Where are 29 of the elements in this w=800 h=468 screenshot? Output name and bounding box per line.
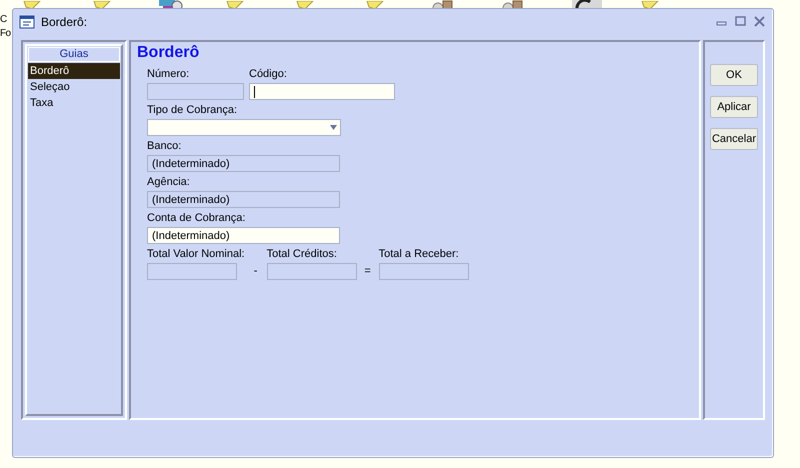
input-field[interactable]: [249, 83, 395, 100]
dialog-button[interactable]: OK: [710, 64, 758, 86]
operator-sign: -: [252, 264, 258, 279]
field-label: Total Valor Nominal:: [147, 248, 245, 261]
field-label: Total a Receber:: [378, 248, 460, 261]
field-label: Conta de Cobrança:: [147, 212, 246, 225]
desktop-text: C: [0, 14, 7, 25]
field-label: Código:: [249, 68, 288, 81]
field-label: Número:: [147, 68, 190, 81]
input-field[interactable]: (Indeterminado): [147, 227, 340, 244]
operator-sign: =: [363, 264, 372, 279]
sidebar-item[interactable]: Seleçao: [28, 79, 120, 95]
sidebar-title: Guias: [28, 47, 120, 62]
caret-icon[interactable]: [330, 125, 337, 130]
field-label: Banco:: [147, 140, 182, 153]
maximize-icon[interactable]: [735, 16, 746, 27]
sidebar-item[interactable]: Borderô: [28, 63, 120, 79]
window-icon: [19, 14, 35, 28]
dialog-button[interactable]: Aplicar: [710, 96, 758, 118]
field-label: Agência:: [147, 176, 191, 189]
desktop-text: Fo: [0, 28, 10, 39]
field-label: Tipo de Cobrança:: [147, 104, 238, 117]
sidebar-item[interactable]: Taxa: [28, 95, 120, 111]
close-icon[interactable]: [754, 16, 765, 27]
dropdown-field[interactable]: [147, 119, 341, 136]
field-label: Total Créditos:: [266, 248, 338, 261]
window-title: Borderô:: [41, 14, 88, 28]
dialog-button[interactable]: Cancelar: [710, 128, 758, 150]
form-title: Borderô: [137, 44, 200, 62]
